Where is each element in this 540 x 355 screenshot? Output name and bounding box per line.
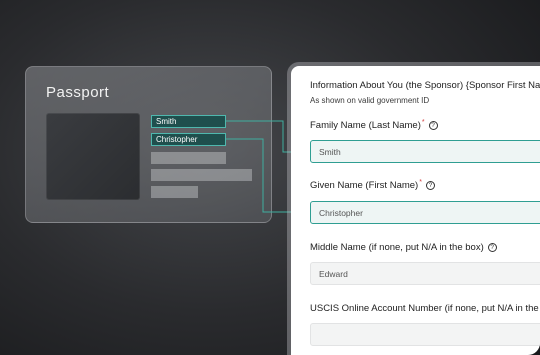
- uscis-account-label-text: USCIS Online Account Number (if none, pu…: [310, 303, 540, 314]
- connector-last-name: [226, 120, 297, 153]
- required-marker: *: [421, 119, 425, 126]
- given-name-label-text: Given Name (First Name): [310, 180, 419, 191]
- middle-name-label-text: Middle Name (if none, put N/A in the box…: [310, 242, 484, 253]
- connector-first-name: [226, 138, 297, 213]
- given-name-label: Given Name (First Name) * ?: [310, 179, 435, 191]
- family-name-label: Family Name (Last Name) * ?: [310, 119, 438, 131]
- section-title: Information About You (the Sponsor) {Spo…: [310, 80, 540, 91]
- uscis-account-input[interactable]: [310, 323, 540, 346]
- section-subtitle: As shown on valid government ID: [310, 96, 430, 105]
- sponsor-form-panel: Information About You (the Sponsor) {Spo…: [291, 66, 540, 355]
- middle-name-input[interactable]: [310, 262, 540, 285]
- family-name-input[interactable]: [310, 140, 540, 163]
- given-name-input[interactable]: [310, 201, 540, 224]
- stage: Passport Smith Christopher Information A…: [0, 0, 540, 355]
- uscis-account-label: USCIS Online Account Number (if none, pu…: [310, 303, 540, 314]
- help-icon[interactable]: ?: [425, 181, 435, 190]
- form-header: Information About You (the Sponsor) {Spo…: [310, 80, 540, 105]
- help-icon[interactable]: ?: [487, 243, 497, 252]
- family-name-label-text: Family Name (Last Name): [310, 120, 421, 131]
- help-icon[interactable]: ?: [428, 121, 438, 130]
- middle-name-label: Middle Name (if none, put N/A in the box…: [310, 242, 497, 253]
- required-marker: *: [419, 179, 422, 186]
